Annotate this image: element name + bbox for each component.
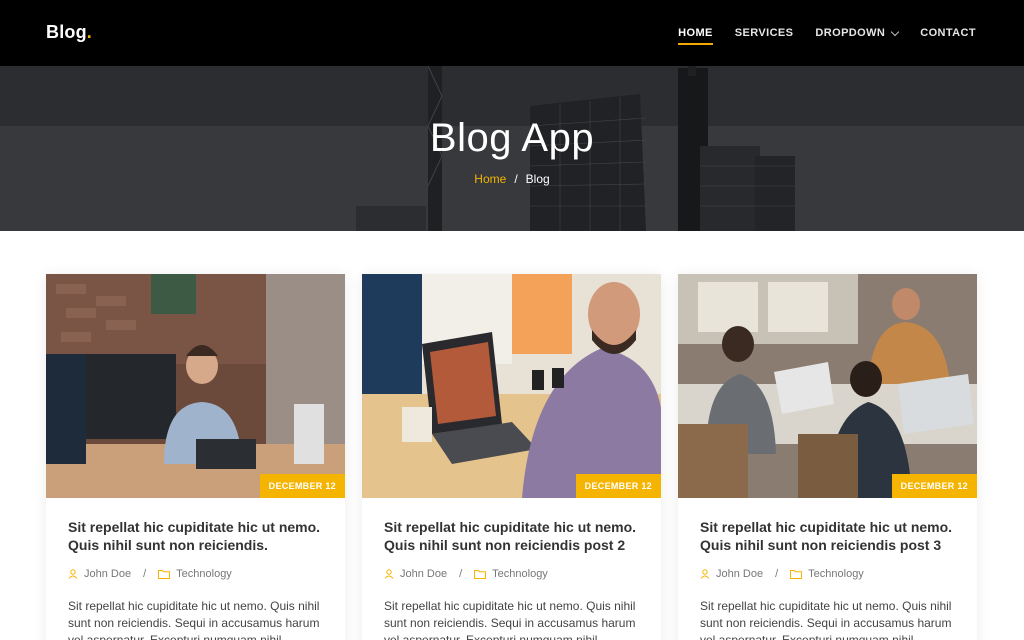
user-icon [68, 569, 78, 579]
breadcrumb: Home / Blog [0, 172, 1024, 186]
main-nav: HOME SERVICES DROPDOWN CONTACT [678, 0, 976, 66]
blog-card: DECEMBER 12 Sit repellat hic cupiditate … [46, 274, 345, 640]
nav-contact-label: CONTACT [920, 27, 976, 39]
nav-home[interactable]: HOME [678, 27, 713, 45]
breadcrumb-current: Blog [525, 172, 550, 186]
post-meta: John Doe / Technology [700, 568, 864, 580]
breadcrumb-separator: / [514, 172, 518, 186]
meta-separator: / [459, 568, 463, 580]
post-image[interactable]: DECEMBER 12 [362, 274, 661, 498]
post-excerpt: Sit repellat hic cupiditate hic ut nemo.… [700, 599, 952, 640]
post-title[interactable]: Sit repellat hic cupiditate hic ut nemo.… [384, 518, 647, 554]
folder-icon [158, 570, 171, 579]
post-meta: John Doe / Technology [384, 568, 548, 580]
nav-services-label: SERVICES [734, 27, 794, 39]
nav-home-label: HOME [678, 27, 713, 39]
office-photo [46, 274, 345, 498]
post-author[interactable]: John Doe [84, 568, 131, 580]
post-excerpt: Sit repellat hic cupiditate hic ut nemo.… [384, 599, 636, 640]
logo-text: Blog [46, 22, 87, 42]
blog-card: DECEMBER 12 Sit repellat hic cupiditate … [678, 274, 977, 640]
post-date-badge: DECEMBER 12 [575, 474, 661, 498]
user-icon [700, 569, 710, 579]
post-date-badge: DECEMBER 12 [259, 474, 345, 498]
post-excerpt: Sit repellat hic cupiditate hic ut nemo.… [68, 599, 320, 640]
site-logo[interactable]: Blog. [46, 22, 92, 43]
page-title: Blog App [429, 116, 595, 160]
user-icon [384, 569, 394, 579]
page-hero: Blog App Home / Blog [0, 66, 1024, 231]
post-category[interactable]: Technology [492, 568, 548, 580]
folder-icon [474, 570, 487, 579]
post-image[interactable]: DECEMBER 12 [678, 274, 977, 498]
logo-dot: . [86, 22, 92, 42]
chevron-down-icon [890, 27, 900, 36]
folder-icon [790, 570, 803, 579]
nav-dropdown[interactable]: DROPDOWN [815, 27, 900, 39]
desk-photo [362, 274, 661, 498]
nav-services[interactable]: SERVICES [735, 27, 794, 39]
team-meeting-photo [678, 274, 977, 498]
post-image[interactable]: DECEMBER 12 [46, 274, 345, 498]
post-category[interactable]: Technology [808, 568, 864, 580]
post-category[interactable]: Technology [176, 568, 232, 580]
nav-contact[interactable]: CONTACT [920, 27, 976, 39]
post-title[interactable]: Sit repellat hic cupiditate hic ut nemo.… [700, 518, 963, 554]
site-header: Blog. HOME SERVICES DROPDOWN CONTACT [0, 0, 1024, 66]
meta-separator: / [775, 568, 779, 580]
meta-separator: / [143, 568, 147, 580]
post-date-badge: DECEMBER 12 [891, 474, 977, 498]
blog-card: DECEMBER 12 Sit repellat hic cupiditate … [362, 274, 661, 640]
nav-dropdown-label: DROPDOWN [815, 27, 886, 39]
breadcrumb-home[interactable]: Home [474, 172, 506, 186]
post-author[interactable]: John Doe [716, 568, 763, 580]
post-title[interactable]: Sit repellat hic cupiditate hic ut nemo.… [68, 518, 331, 554]
post-author[interactable]: John Doe [400, 568, 447, 580]
post-meta: John Doe / Technology [68, 568, 232, 580]
